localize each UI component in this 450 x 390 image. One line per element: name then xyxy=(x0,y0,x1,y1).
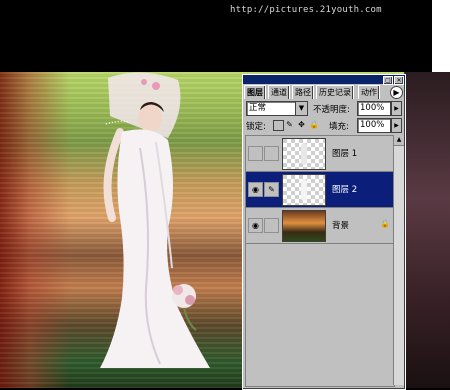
photo-right-edge xyxy=(405,72,450,388)
lock-transparency-icon[interactable] xyxy=(273,120,284,131)
layer-thumbnail xyxy=(282,210,326,242)
tab-channels[interactable]: 通道 xyxy=(268,85,290,99)
fill-stepper[interactable]: ▶ xyxy=(391,118,402,133)
lock-icon: 🔒 xyxy=(380,219,390,228)
opacity-input[interactable]: 100% xyxy=(357,101,391,116)
layer-name: 背景 xyxy=(332,221,350,231)
layer-thumbnail xyxy=(282,174,326,206)
watermark-text: http://pictures.21youth.com xyxy=(230,5,382,15)
eye-icon[interactable]: ◉ xyxy=(248,182,263,197)
blend-mode-value: 正常 xyxy=(249,103,267,113)
palette-menu-icon[interactable]: ▶ xyxy=(390,86,403,99)
lock-brush-icon[interactable]: ✎ xyxy=(285,120,294,129)
tab-history[interactable]: 历史记录 xyxy=(316,85,354,99)
fill-label: 填充: xyxy=(329,122,349,132)
lock-move-icon[interactable]: ✥ xyxy=(297,120,306,129)
layer-row-background[interactable]: ◉ 背景 🔒 xyxy=(246,208,394,244)
layer-name: 图层 2 xyxy=(332,185,358,195)
layers-scrollbar[interactable]: ▲ xyxy=(393,135,404,385)
opacity-label: 不透明度: xyxy=(313,105,350,115)
tab-paths[interactable]: 路径 xyxy=(292,85,314,99)
fill-input[interactable]: 100% xyxy=(357,118,391,133)
link-toggle[interactable] xyxy=(264,218,279,233)
eye-icon[interactable]: ◉ xyxy=(248,218,263,233)
bride-figure xyxy=(100,72,210,368)
palette-titlebar[interactable]: ▢ ✕ xyxy=(243,75,405,85)
lock-all-icon[interactable]: 🔒 xyxy=(309,120,319,129)
layer-row[interactable]: 图层 1 xyxy=(246,136,394,172)
opacity-stepper[interactable]: ▶ xyxy=(391,101,402,116)
top-black-band xyxy=(0,0,450,72)
link-toggle[interactable] xyxy=(264,146,279,161)
layer-row-selected[interactable]: ◉ ✎ 图层 2 xyxy=(246,172,394,208)
layer-name: 图层 1 xyxy=(332,149,358,159)
scroll-up-icon[interactable]: ▲ xyxy=(394,135,404,146)
brush-icon[interactable]: ✎ xyxy=(264,182,279,197)
chevron-down-icon[interactable]: ▼ xyxy=(295,102,307,115)
layers-list: 图层 1 ◉ ✎ 图层 2 ◉ 背景 🔒 xyxy=(245,135,395,387)
blend-mode-select[interactable]: 正常 ▼ xyxy=(246,101,308,116)
close-button[interactable]: ✕ xyxy=(394,76,404,85)
layer-thumbnail xyxy=(282,138,326,170)
visibility-toggle[interactable] xyxy=(248,146,263,161)
minimize-button[interactable]: ▢ xyxy=(383,76,393,85)
palette-tabs: 图层 通道 路径 历史记录 动作 ▶ xyxy=(243,85,405,99)
tab-actions[interactable]: 动作 xyxy=(358,85,380,99)
lock-label: 锁定: xyxy=(246,122,266,132)
tab-layers[interactable]: 图层 xyxy=(244,85,266,99)
window-edge xyxy=(432,0,450,72)
layers-palette: ▢ ✕ 图层 通道 路径 历史记录 动作 ▶ 正常 ▼ 不透明度: 100% ▶… xyxy=(242,74,406,390)
